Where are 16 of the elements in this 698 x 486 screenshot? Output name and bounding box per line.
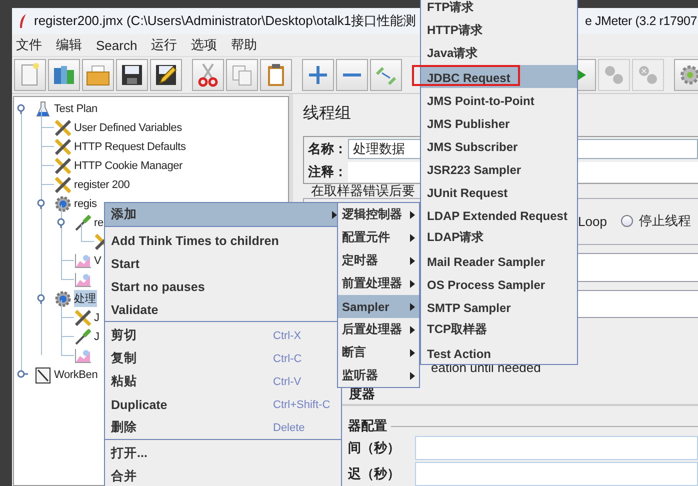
duration-label: 间（秒） xyxy=(348,439,401,457)
shortcut-text: Ctrl-X xyxy=(273,330,302,342)
panel-title: 线程组 xyxy=(303,105,351,122)
comment-label: 注释： xyxy=(308,163,348,182)
shortcut-text: Delete xyxy=(273,422,306,434)
group-legend: 在取样器错误后要 xyxy=(311,182,415,198)
checkbox-label: 度器 xyxy=(349,386,375,401)
window-title: e JMeter (3.2 r17907 xyxy=(584,14,697,28)
name-label: 名称： xyxy=(308,140,348,158)
delay-label: 迟（秒） xyxy=(348,465,401,483)
shortcut-text: Ctrl-V xyxy=(273,376,302,388)
shortcut-text: Ctrl-C xyxy=(273,352,303,364)
shortcut-text: Ctrl+Shift-C xyxy=(273,398,332,410)
group-legend: 器配置 xyxy=(348,417,387,435)
option-label: Loop xyxy=(578,214,607,229)
window-title: register200.jmx (C:\Users\Administrator\Desktop\otalk1接口性能测 xyxy=(34,12,416,30)
